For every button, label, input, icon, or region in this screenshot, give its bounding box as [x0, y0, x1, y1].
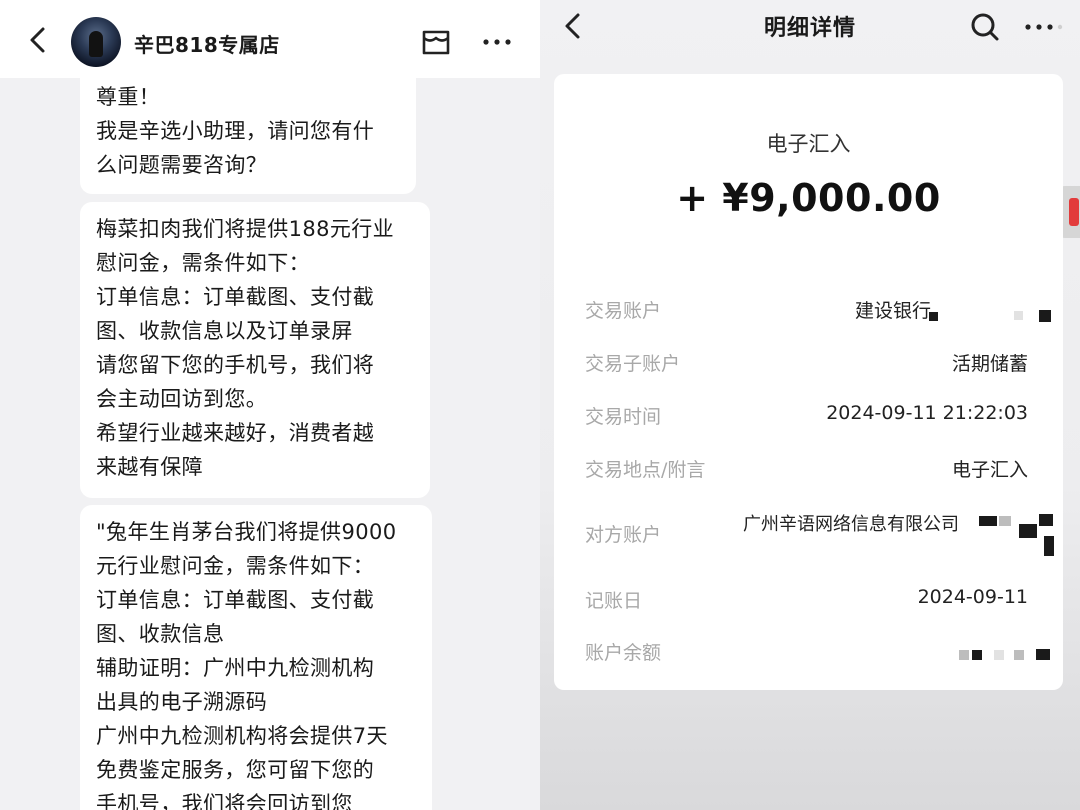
transaction-amount: + ¥9,000.00: [676, 176, 941, 220]
chat-header: 辛巴818专属店: [0, 0, 540, 78]
redaction-mark: [1039, 514, 1053, 526]
message-line: 慰问金，需条件如下：: [96, 251, 310, 275]
row-value: 2024-09-11: [917, 586, 1028, 608]
message-line: 来越有保障: [96, 455, 203, 479]
row-label: 交易地点/附言: [585, 459, 706, 481]
store-icon: [422, 30, 450, 55]
row-label: 交易账户: [585, 300, 662, 322]
message-line: 出具的电子溯源码: [96, 690, 268, 714]
row-value: 广州辛语网络信息有限公司: [743, 514, 959, 535]
message-line: 订单信息：订单截图、支付截: [96, 285, 375, 309]
redaction-mark: [1039, 310, 1051, 322]
detail-card: 电子汇入 + ¥9,000.00 交易账户 建设银行 交易子账户 活期储蓄 交易…: [554, 74, 1063, 690]
redaction-mark: [994, 650, 1004, 660]
message-line: "兔年生肖茅台我们将提供9000: [96, 520, 397, 544]
redaction-mark: [929, 312, 938, 321]
row-value: 活期储蓄: [951, 353, 1028, 375]
redaction-mark: [959, 650, 969, 660]
row-value: 建设银行: [854, 300, 931, 322]
chevron-left-icon: [30, 27, 45, 53]
row-label: 交易时间: [585, 406, 662, 428]
more-button[interactable]: [1022, 12, 1066, 42]
chat-bubble: 梅菜扣肉我们将提供188元行业 慰问金，需条件如下： 订单信息：订单截图、支付截…: [80, 202, 430, 498]
row-label: 账户余额: [585, 642, 662, 664]
message-line: 免费鉴定服务，您可留下您的: [96, 758, 375, 782]
message-line: 会主动回访到您。: [96, 387, 268, 411]
message-line: 手机号，我们将会回访到您: [96, 792, 353, 810]
badge-icon: [1069, 198, 1079, 226]
row-label: 记账日: [585, 590, 643, 612]
more-icon: [483, 39, 511, 45]
transaction-detail-panel: 明细详情 电子汇入 + ¥9,000.00 交易账户 建设银行 交易子账户 活期…: [540, 0, 1080, 810]
chat-bubble: 尊重！ 我是辛选小助理，请问您有什 么问题需要咨询？: [80, 66, 416, 194]
row-label: 交易子账户: [585, 353, 681, 375]
redaction-mark: [999, 516, 1011, 526]
message-line: 广州中九检测机构将会提供7天: [96, 724, 388, 748]
message-line: 订单信息：订单截图、支付截: [96, 588, 375, 612]
message-line: 图、收款信息以及订单录屏: [96, 319, 353, 343]
avatar[interactable]: [71, 17, 121, 67]
message-line: 请您留下您的手机号，我们将: [96, 353, 375, 377]
row-value: 2024-09-11 21:22:03: [826, 402, 1028, 424]
store-button[interactable]: [419, 26, 453, 58]
row-label: 对方账户: [585, 524, 662, 546]
message-line: 么问题需要咨询？: [96, 153, 268, 177]
redaction-mark: [1014, 650, 1024, 660]
redaction-mark: [1044, 536, 1054, 556]
message-line: 元行业慰问金，需条件如下：: [96, 554, 375, 578]
detail-header: 明细详情: [540, 0, 1080, 58]
message-line: 希望行业越来越好，消费者越: [96, 421, 375, 445]
redaction-mark: [1019, 524, 1037, 538]
redaction-mark: [972, 650, 982, 660]
message-line: 我是辛选小助理，请问您有什: [96, 119, 375, 143]
row-value: 电子汇入: [951, 459, 1028, 481]
message-line: 梅菜扣肉我们将提供188元行业: [96, 217, 395, 241]
shop-name[interactable]: 辛巴818专属店: [134, 29, 280, 58]
chat-bubble: "兔年生肖茅台我们将提供9000 元行业慰问金，需条件如下： 订单信息：订单截图…: [80, 505, 432, 810]
redaction-mark: [1014, 311, 1023, 320]
message-line: 图、收款信息: [96, 622, 225, 646]
more-button[interactable]: [480, 26, 514, 58]
message-line: 辅助证明：广州中九检测机构: [96, 656, 375, 680]
chat-panel: 尊重！ 我是辛选小助理，请问您有什 么问题需要咨询？ 梅菜扣肉我们将提供188元…: [0, 0, 540, 810]
redaction-mark: [979, 516, 997, 526]
message-line: 尊重！: [96, 85, 161, 109]
search-button[interactable]: [968, 10, 1002, 44]
back-button[interactable]: [20, 22, 56, 58]
transaction-type: 电子汇入: [766, 132, 851, 156]
redaction-mark: [1036, 649, 1050, 660]
more-icon: [1025, 24, 1063, 30]
search-icon: [971, 13, 999, 41]
